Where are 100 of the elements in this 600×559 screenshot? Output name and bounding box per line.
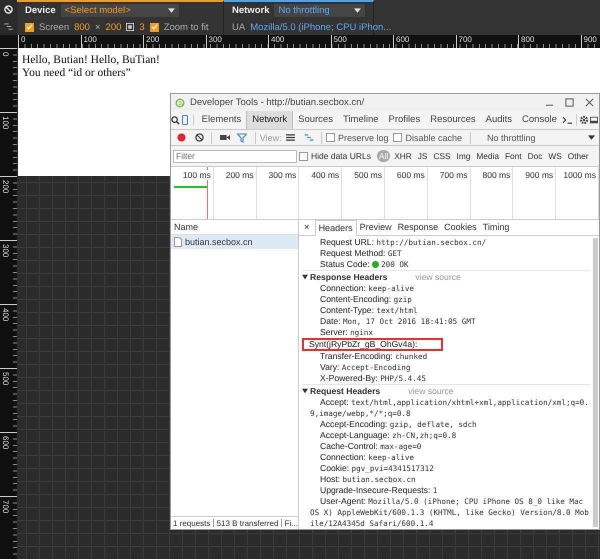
scale-value[interactable]: 3 [139, 22, 145, 33]
panel-tab[interactable]: Profiles [384, 111, 426, 129]
disable-cache-label: Disable cache [405, 132, 462, 142]
network-label: Network [232, 5, 270, 16]
device-label: Device [25, 5, 56, 16]
highlighted-header-field: Synt(jRyPbZr_gB_OhGv4a): [302, 338, 444, 351]
window-title: Developer Tools - http://butian.secbox.cn/ [190, 97, 364, 108]
caret-icon [168, 8, 175, 14]
preserve-log-label: Preserve log [338, 132, 388, 142]
section-title[interactable]: Request Headers [310, 386, 380, 396]
file-icon [174, 237, 182, 247]
panel-tab[interactable]: Resources [425, 111, 481, 129]
section-title[interactable]: Response Headers [310, 272, 388, 282]
times-sign: × [94, 22, 101, 33]
page-text: Hello, Butian! Hello, BuTian! [22, 54, 160, 67]
record-icon[interactable] [176, 133, 186, 142]
detail-tab[interactable]: Headers [314, 220, 357, 236]
checkmark-icon [26, 23, 33, 32]
type-filter[interactable]: Img [454, 150, 472, 162]
caret-icon [588, 135, 595, 140]
detail-tab[interactable]: Cookies [441, 220, 480, 235]
ua-label: UA [232, 22, 246, 33]
time-tick: 800 ms [482, 170, 510, 180]
ruler-label: 500 [1, 372, 10, 386]
type-filter[interactable]: Media [474, 150, 501, 162]
waterfall-icon[interactable] [4, 23, 13, 30]
ruler-label: 300 [208, 35, 222, 44]
panel-tab[interactable]: Console [517, 111, 562, 129]
status-text: Fi... [284, 518, 298, 528]
detail-tab[interactable]: Response [394, 220, 442, 235]
type-filter[interactable]: JS [416, 150, 430, 162]
caret-icon [354, 8, 361, 14]
header-name: Status Code: [320, 259, 370, 269]
ruler-label: 0 [21, 35, 26, 44]
detail-tab[interactable]: Preview [356, 220, 395, 235]
ruler-label: 0 [1, 52, 10, 56]
ruler-label: 400 [271, 35, 284, 44]
ruler-label: 800 [521, 35, 534, 44]
time-tick: 1000 ms [563, 170, 596, 180]
request-row[interactable]: butian.secbox.cn [171, 235, 298, 249]
type-filter[interactable]: Font [502, 150, 524, 162]
filter-field[interactable]: Filter [173, 150, 297, 162]
ruler-label: 600 [396, 35, 410, 44]
block-icon[interactable] [4, 4, 13, 14]
maximize-icon[interactable] [564, 98, 574, 107]
panel-tab[interactable]: Elements [196, 111, 246, 129]
time-tick: 600 ms [396, 170, 425, 180]
ruler-label: 300 [1, 244, 10, 258]
checkbox[interactable] [326, 133, 335, 142]
type-filter[interactable]: Other [566, 150, 590, 162]
screen-height[interactable]: 200 [106, 22, 122, 33]
user-agent-value[interactable]: Mozilla/5.0 (iPhone; CPU iPhon... [250, 22, 392, 33]
type-filter[interactable]: CSS [431, 150, 453, 162]
status-dot [372, 261, 380, 268]
panel-tab[interactable]: Network [246, 111, 294, 129]
hide-data-urls-label: Hide data URLs [311, 151, 372, 161]
page-text: You need “id or others” [22, 67, 131, 80]
scale-icon [126, 23, 134, 32]
throttling-select[interactable]: No throttling [478, 132, 599, 142]
panel-tab[interactable]: Timeline [338, 111, 384, 129]
close-icon[interactable] [584, 98, 594, 107]
ruler-label: 500 [334, 35, 347, 44]
ruler-label: 900 [584, 35, 597, 44]
ruler-label: 100 [84, 35, 97, 44]
checkmark-icon [150, 23, 158, 32]
close-icon[interactable]: × [299, 222, 315, 233]
triangle-icon[interactable] [302, 274, 308, 280]
time-tick: 700 ms [440, 170, 468, 180]
detail-tab[interactable]: Timing [480, 220, 512, 235]
view-label: View: [260, 132, 282, 142]
type-filter[interactable]: XHR [392, 150, 414, 162]
ruler-label: 200 [1, 180, 10, 194]
checkbox[interactable] [25, 22, 34, 32]
ruler-label: 700 [458, 35, 472, 44]
device-select[interactable]: <Select model> [60, 4, 179, 18]
time-tick: 200 ms [226, 170, 254, 180]
ruler-label: 200 [146, 35, 160, 44]
status-text: 1 requests [173, 518, 210, 528]
checkbox[interactable] [393, 133, 402, 142]
time-tick: 900 ms [525, 170, 554, 180]
time-tick: 500 ms [354, 170, 382, 180]
panel-tab[interactable]: Sources [293, 111, 338, 129]
type-filter[interactable]: WS [546, 150, 564, 162]
ruler-label: 100 [1, 116, 10, 130]
type-filter[interactable]: Doc [526, 150, 544, 162]
screen-label: Screen [39, 22, 70, 33]
screen-width[interactable]: 800 [74, 22, 90, 33]
ruler-label: 700 [1, 500, 10, 514]
time-tick: 400 ms [311, 170, 340, 180]
ruler-label: 400 [1, 308, 10, 322]
panel-tab[interactable]: Audits [480, 111, 518, 129]
triangle-icon[interactable] [302, 388, 308, 394]
ruler-label: 600 [1, 436, 10, 450]
column-header: Name [174, 222, 198, 232]
network-select[interactable]: No throttling [274, 4, 365, 18]
time-tick: 100 ms [182, 170, 211, 180]
checkbox[interactable] [150, 22, 159, 32]
zoom-to-fit-label: Zoom to fit [164, 22, 209, 33]
time-tick: 300 ms [268, 170, 296, 180]
checkbox[interactable] [299, 152, 308, 160]
